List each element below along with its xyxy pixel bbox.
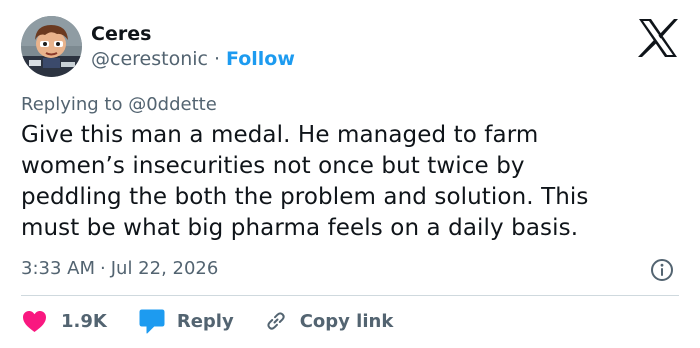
reply-label: Reply	[176, 310, 234, 332]
actions-divider	[21, 295, 679, 296]
avatar-image	[21, 16, 82, 77]
like-button[interactable]: 1.9K	[22, 310, 107, 333]
handle-separator: ·	[213, 48, 221, 70]
tweet-text-line: peddling the both the problem and soluti…	[21, 184, 589, 210]
speech-bubble-icon	[139, 309, 165, 333]
follow-button[interactable]: Follow	[226, 48, 295, 70]
like-count: 1.9K	[61, 310, 107, 332]
action-bar: 1.9K Reply Copy link	[22, 306, 393, 336]
reply-context-prefix: Replying to	[21, 94, 123, 115]
display-name[interactable]: Ceres	[91, 22, 151, 46]
timestamp-separator: ·	[100, 258, 106, 279]
reply-context: Replying to @0ddette	[21, 93, 217, 117]
tweet-timestamp[interactable]: 3:33 AM · Jul 22, 2026	[21, 257, 218, 281]
tweet-text-line: women’s insecurities not once but twice …	[21, 153, 525, 179]
tweet-text-line: Give this man a medal. He managed to far…	[21, 122, 539, 148]
tweet-text-line: must be what big pharma feels on a daily…	[21, 215, 579, 241]
copy-link-label: Copy link	[299, 310, 394, 332]
x-logo-icon[interactable]	[637, 18, 679, 58]
reply-button[interactable]: Reply	[139, 309, 234, 334]
avatar[interactable]	[21, 16, 82, 77]
tweet-text: Give this man a medal. He managed to far…	[21, 120, 686, 244]
handle-line: @cerestonic · Follow	[91, 47, 295, 71]
info-icon[interactable]	[650, 258, 674, 282]
tweet-date: Jul 22, 2026	[110, 258, 219, 279]
user-handle[interactable]: @cerestonic	[91, 48, 208, 70]
reply-mention-link[interactable]: @0ddette	[128, 94, 217, 115]
copy-link-button[interactable]: Copy link	[264, 309, 394, 333]
tweet-time: 3:33 AM	[21, 258, 95, 279]
link-icon	[267, 312, 285, 330]
heart-icon	[23, 310, 46, 332]
